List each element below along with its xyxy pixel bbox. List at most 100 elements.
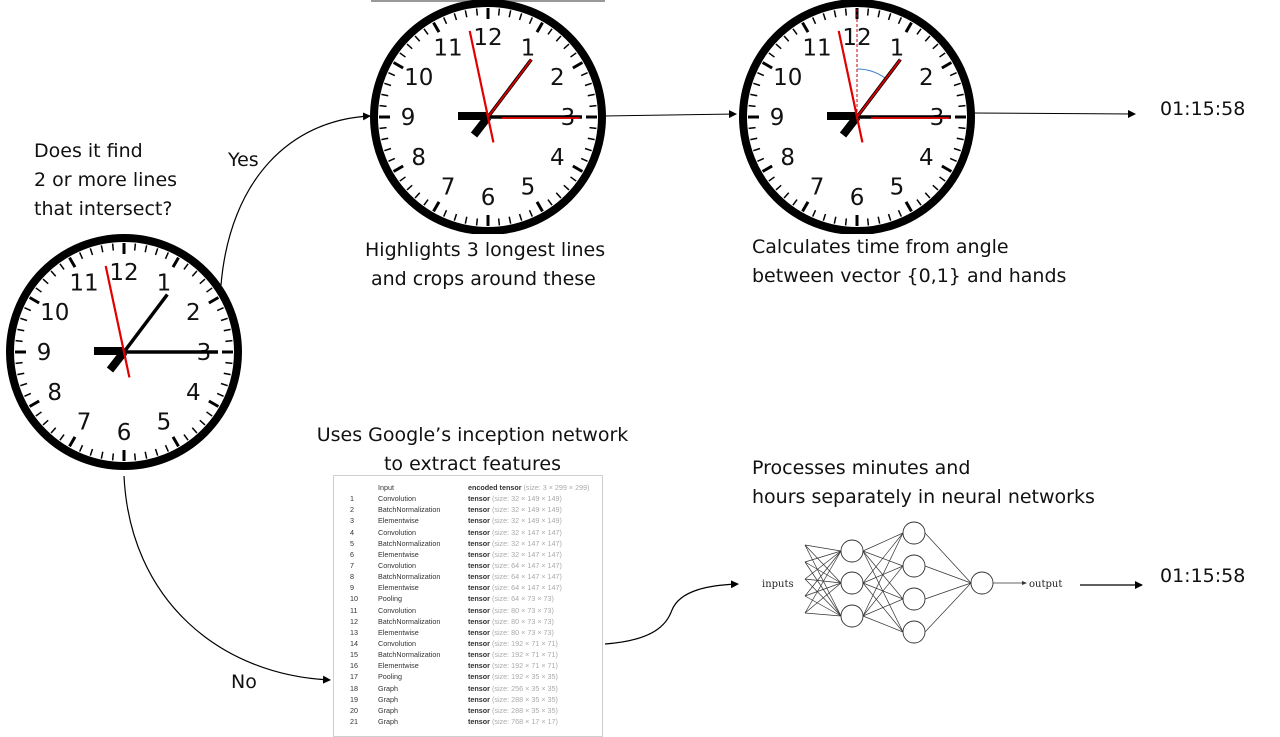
caption-line: between vector {0,1} and hands xyxy=(752,265,1067,287)
layer-table-row: 5 BatchNormalization tensor (size: 32 × 14… xyxy=(334,538,602,549)
question-line: Does it find xyxy=(34,140,143,162)
layer-output-type: tensor xyxy=(468,538,490,548)
layer-index: 18 xyxy=(350,683,358,693)
layer-output-type: tensor xyxy=(468,583,490,593)
crop-to-angle-arrow xyxy=(603,110,737,119)
clock-numeral: 10 xyxy=(40,300,69,326)
layer-name: Elementwise xyxy=(378,516,419,526)
minute-tick xyxy=(133,453,137,461)
minute-tick xyxy=(111,243,115,251)
layer-index: 20 xyxy=(350,705,358,715)
layer-output: encoded tensor (size: 3 × 299 × 299) xyxy=(468,482,589,493)
layer-output-size: (size: 32 × 147 × 147) xyxy=(491,538,562,548)
clock-numeral: 8 xyxy=(47,380,62,406)
clock-numeral: 11 xyxy=(802,36,831,62)
layer-name: Elementwise xyxy=(378,583,419,593)
layer-table-row: 10 Pooling tensor (size: 64 × 73 × 73) xyxy=(334,593,602,604)
minute-tick xyxy=(225,339,233,343)
minute-tick xyxy=(379,104,387,108)
clock-numeral: 4 xyxy=(186,380,201,406)
nn-step-caption: Processes minutes and hours separately i… xyxy=(752,454,1095,512)
layer-output: tensor (size: 64 × 147 × 147) xyxy=(468,582,562,593)
layer-name: Graph xyxy=(378,683,398,693)
layer-output-type: tensor xyxy=(468,705,490,715)
layer-output: tensor (size: 80 × 73 × 73) xyxy=(468,616,554,627)
clock-numeral: 5 xyxy=(890,174,905,200)
question-text: Does it find 2 or more lines that inters… xyxy=(34,137,177,224)
clock-numeral: 12 xyxy=(842,25,871,51)
caption-line: hours separately in neural networks xyxy=(752,486,1095,508)
layer-output-size: (size: 32 × 149 × 149) xyxy=(491,516,562,526)
layer-table-row: 2 BatchNormalization tensor (size: 32 × 14… xyxy=(334,504,602,515)
clock-numeral: 4 xyxy=(550,145,565,171)
clock-numeral: 7 xyxy=(441,174,456,200)
clock-numeral: 12 xyxy=(109,260,138,286)
layer-output-type: tensor xyxy=(468,627,490,637)
layer-output-size: (size: 64 × 147 × 147) xyxy=(491,583,562,593)
layer-index: 15 xyxy=(350,650,358,660)
layer-output: tensor (size: 192 × 35 × 35) xyxy=(468,671,558,682)
layer-index: 19 xyxy=(350,694,358,704)
layer-output-type: tensor xyxy=(468,716,490,726)
layer-output-size: (size: 80 × 73 × 73) xyxy=(491,616,554,626)
clock-numeral: 6 xyxy=(850,185,865,211)
layer-name: BatchNormalization xyxy=(378,505,441,515)
layer-output-size: (size: 64 × 73 × 73) xyxy=(491,594,554,604)
layer-table-row: 21 Graph tensor (size: 768 × 17 × 17) xyxy=(334,716,602,727)
layer-name: Pooling xyxy=(378,672,402,682)
layer-output-size: (size: 288 × 35 × 35) xyxy=(491,705,558,715)
layer-table-row: 7 Convolution tensor (size: 64 × 147 × 147… xyxy=(334,560,602,571)
layer-table-row: 6 Elementwise tensor (size: 32 × 147 × 147… xyxy=(334,549,602,560)
minute-tick xyxy=(589,104,597,108)
clock-numeral: 11 xyxy=(69,271,98,297)
question-line: 2 or more lines xyxy=(34,169,178,191)
layer-output-size: (size: 32 × 149 × 149) xyxy=(491,494,562,504)
layer-output: tensor (size: 32 × 147 × 147) xyxy=(468,538,562,549)
layer-table-row: 13 Elementwise tensor (size: 80 × 73 × 73) xyxy=(334,627,602,638)
clock-numeral: 8 xyxy=(780,145,795,171)
layer-output-size: (size: 32 × 147 × 147) xyxy=(491,527,562,537)
layer-index: 4 xyxy=(350,527,354,537)
layer-index: 13 xyxy=(350,627,358,637)
layer-table-row: 18 Graph tensor (size: 256 × 35 × 35) xyxy=(334,683,602,694)
layer-table-header: Input encoded tensor (size: 3 × 299 × 29… xyxy=(334,482,602,493)
layer-output-type: tensor xyxy=(468,694,490,704)
layer-index: 16 xyxy=(350,661,358,671)
layer-table-row: 16 Elementwise tensor (size: 192 × 71 × 71… xyxy=(334,660,602,671)
layer-output: tensor (size: 64 × 147 × 147) xyxy=(468,560,562,571)
caption-line: Processes minutes and xyxy=(752,457,971,479)
minute-tick xyxy=(866,8,870,16)
layer-output: tensor (size: 80 × 73 × 73) xyxy=(468,627,554,638)
layer-output-type: tensor xyxy=(468,672,490,682)
minute-tick xyxy=(475,218,479,226)
layer-output: tensor (size: 192 × 71 × 71) xyxy=(468,638,558,649)
minute-tick xyxy=(844,218,848,226)
layer-index: 8 xyxy=(350,572,354,582)
clock-numeral: 10 xyxy=(773,65,802,91)
layer-output-size: (size: 32 × 147 × 147) xyxy=(491,549,562,559)
layer-name: BatchNormalization xyxy=(378,538,441,548)
layer-output: tensor (size: 288 × 35 × 35) xyxy=(468,694,558,705)
clock-numeral: 9 xyxy=(770,105,785,131)
caption-line: Uses Google’s inception network xyxy=(316,424,629,446)
result-time-bottom: 01:15:58 xyxy=(1160,565,1246,587)
layer-output-size: (size: 3 × 299 × 299) xyxy=(523,483,590,492)
layer-index: 21 xyxy=(350,716,358,726)
clock-numeral: 6 xyxy=(117,420,132,446)
layer-table-row: 14 Convolution tensor (size: 192 × 71 × 71… xyxy=(334,638,602,649)
layer-output-type: tensor xyxy=(468,594,490,604)
input-clock: 121234567891011 xyxy=(6,234,242,470)
layer-output-size: (size: 192 × 71 × 71) xyxy=(491,638,558,648)
layer-output-type: tensor xyxy=(468,527,490,537)
layer-table-row: 20 Graph tensor (size: 288 × 35 × 35) xyxy=(334,705,602,716)
layer-index: 10 xyxy=(350,594,358,604)
layer-output-type: tensor xyxy=(468,560,490,570)
clock-numeral: 2 xyxy=(919,65,934,91)
layer-name: Convolution xyxy=(378,560,416,570)
clock-numeral: 1 xyxy=(521,36,536,62)
layer-output-type: tensor xyxy=(468,616,490,626)
clock-numeral: 9 xyxy=(37,340,52,366)
layer-name: BatchNormalization xyxy=(378,572,441,582)
minute-tick xyxy=(844,8,848,16)
layer-index: 14 xyxy=(350,638,358,648)
